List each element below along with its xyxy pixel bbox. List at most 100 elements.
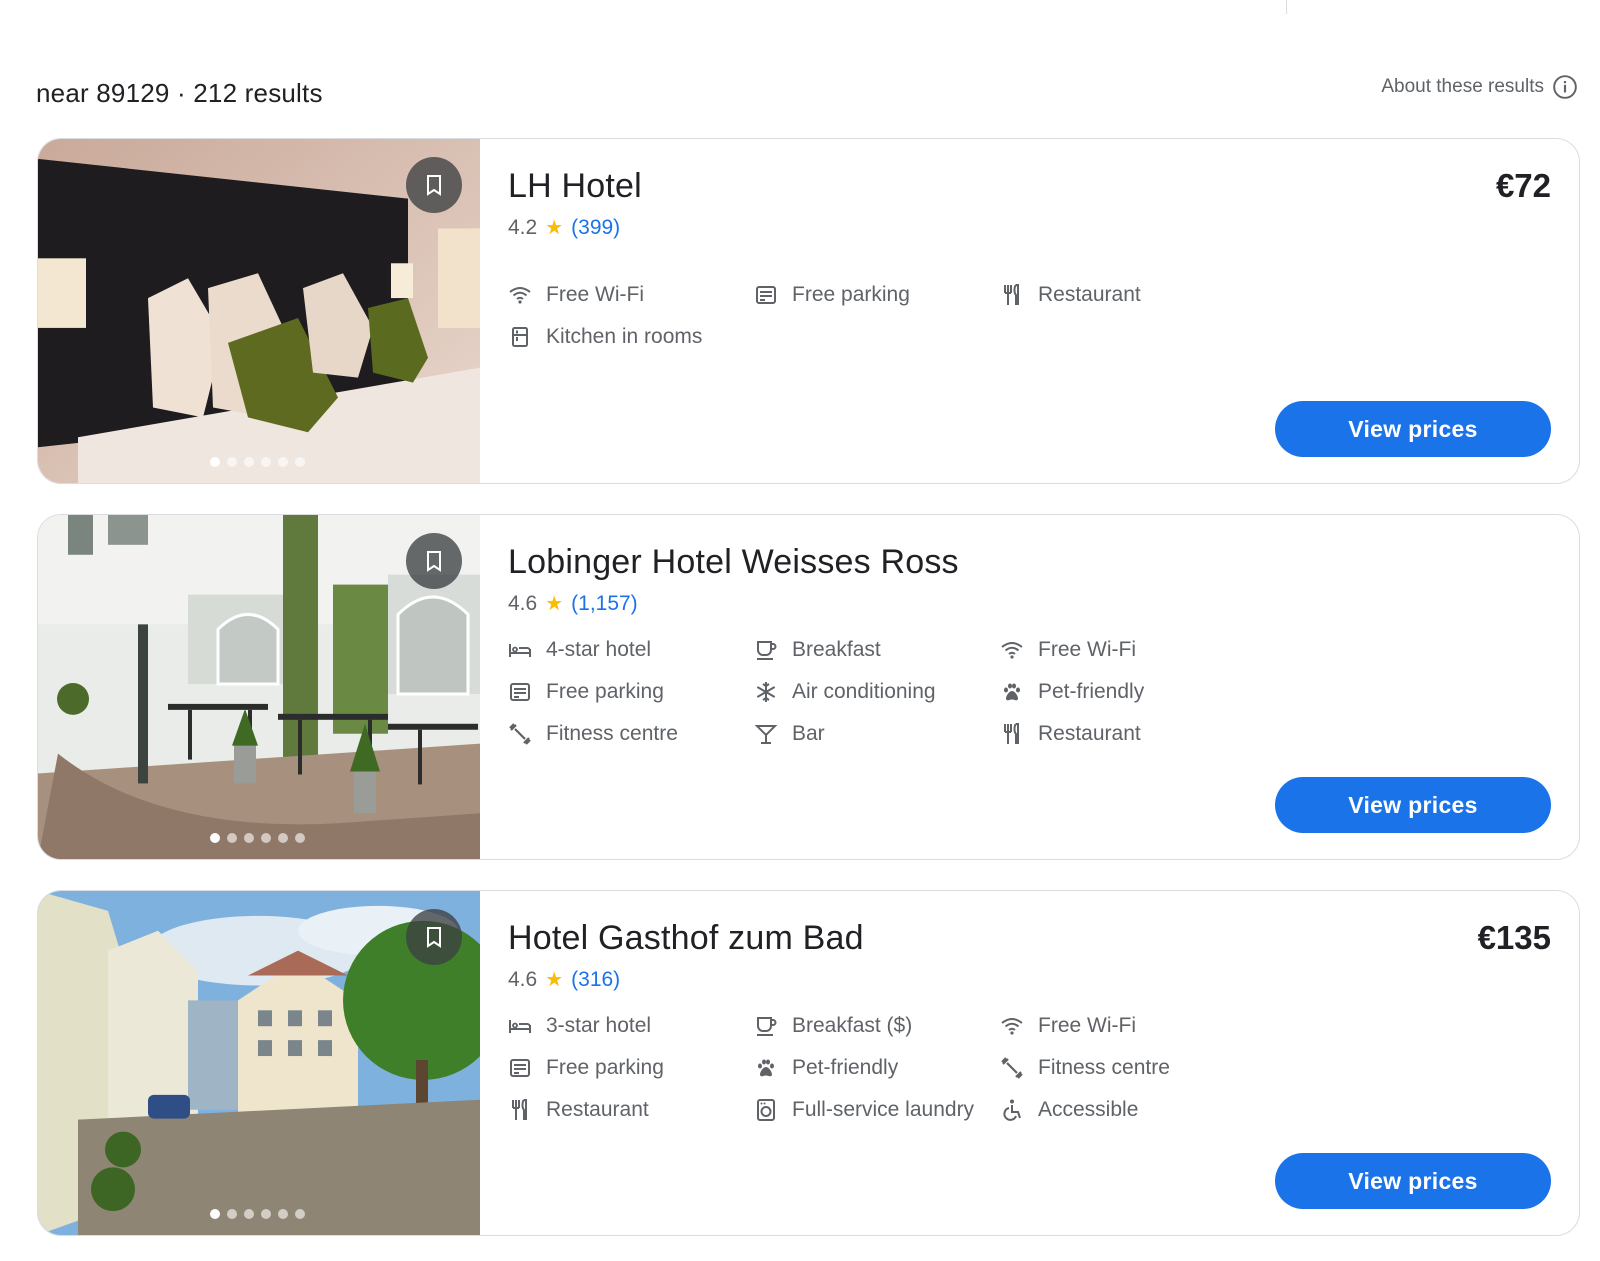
amenity-item: Restaurant — [1000, 274, 1246, 316]
hotel-card[interactable]: Hotel Gasthof zum Bad €135 4.6 ★ (316) 3… — [37, 890, 1580, 1236]
hotel-photo[interactable] — [38, 891, 480, 1235]
amenity-label: Restaurant — [1038, 722, 1141, 745]
amenity-label: 3-star hotel — [546, 1014, 652, 1037]
carousel-dot[interactable] — [210, 1209, 220, 1219]
hotel-card[interactable]: LH Hotel €72 4.2 ★ (399) Free Wi-Fi Free … — [37, 138, 1580, 484]
amenity-item: Kitchen in rooms — [508, 316, 754, 358]
carousel-dot[interactable] — [210, 833, 220, 843]
carousel-dot[interactable] — [261, 457, 271, 467]
hotel-photo[interactable] — [38, 515, 480, 859]
bookmark-icon — [427, 551, 441, 572]
rating-value: 4.6 — [508, 967, 538, 991]
amenity-item: Fitness centre — [1000, 1047, 1246, 1089]
amenity-item: Restaurant — [1000, 713, 1246, 755]
fitness-icon — [1000, 1056, 1024, 1080]
amenity-label: Breakfast ($) — [792, 1014, 913, 1037]
amenity-label: Free parking — [792, 283, 910, 306]
hotel-name[interactable]: Lobinger Hotel Weisses Ross — [508, 543, 959, 582]
carousel-dot[interactable] — [244, 833, 254, 843]
paw-icon — [1000, 680, 1024, 704]
carousel-dot[interactable] — [227, 457, 237, 467]
carousel-dot[interactable] — [210, 457, 220, 467]
amenity-item: Free Wi-Fi — [1000, 1005, 1246, 1047]
amenity-label: Pet-friendly — [1038, 680, 1145, 703]
star-icon: ★ — [545, 593, 564, 615]
carousel-dot[interactable] — [244, 457, 254, 467]
amenity-item: Fitness centre — [508, 713, 754, 755]
fitness-icon — [508, 722, 532, 746]
carousel-dot[interactable] — [227, 1209, 237, 1219]
view-prices-button[interactable]: View prices — [1275, 1153, 1551, 1209]
amenity-label: Free Wi-Fi — [1038, 638, 1136, 661]
photo-carousel-dots — [210, 457, 305, 467]
hotel-card[interactable]: Lobinger Hotel Weisses Ross 4.6 ★ (1,157… — [37, 514, 1580, 860]
amenity-label: Fitness centre — [1038, 1056, 1170, 1079]
carousel-dot[interactable] — [295, 833, 305, 843]
top-divider — [1286, 0, 1287, 14]
carousel-dot[interactable] — [278, 457, 288, 467]
amenity-item: Free parking — [508, 1047, 754, 1089]
rating-value: 4.6 — [508, 591, 538, 615]
rating-row: 4.6 ★ (316) — [508, 967, 620, 992]
restaurant-icon — [508, 1098, 532, 1122]
save-bookmark-button[interactable] — [406, 909, 462, 965]
paw-icon — [754, 1056, 778, 1080]
amenity-label: Free parking — [546, 680, 664, 703]
hotel-name[interactable]: Hotel Gasthof zum Bad — [508, 919, 864, 958]
laundry-icon — [754, 1098, 778, 1122]
photo-carousel-dots — [210, 1209, 305, 1219]
carousel-dot[interactable] — [261, 1209, 271, 1219]
view-prices-button[interactable]: View prices — [1275, 401, 1551, 457]
amenity-label: Kitchen in rooms — [546, 325, 703, 348]
rating-row: 4.6 ★ (1,157) — [508, 591, 638, 616]
about-these-results-link[interactable]: About these results — [1381, 74, 1578, 100]
parking-icon — [508, 680, 532, 704]
hotel-info: Hotel Gasthof zum Bad €135 4.6 ★ (316) 3… — [508, 891, 1579, 1235]
save-bookmark-button[interactable] — [406, 533, 462, 589]
carousel-dot[interactable] — [295, 457, 305, 467]
amenity-item: 3-star hotel — [508, 1005, 754, 1047]
carousel-dot[interactable] — [261, 833, 271, 843]
review-count[interactable]: (399) — [571, 216, 620, 240]
amenity-label: Breakfast — [792, 638, 881, 661]
amenities-grid: 3-star hotel Breakfast ($) Free Wi-Fi Free … — [508, 1005, 1246, 1131]
results-summary: near 89129 · 212 results — [36, 78, 323, 108]
amenity-item: Pet-friendly — [754, 1047, 1000, 1089]
amenity-item: Accessible — [1000, 1089, 1246, 1131]
carousel-dot[interactable] — [227, 833, 237, 843]
parking-icon — [754, 283, 778, 307]
carousel-dot[interactable] — [278, 1209, 288, 1219]
amenity-label: Fitness centre — [546, 722, 678, 745]
amenity-label: Restaurant — [1038, 283, 1141, 306]
amenity-label: Full-service laundry — [792, 1098, 975, 1121]
amenity-label: Accessible — [1038, 1098, 1139, 1121]
hotel-name[interactable]: LH Hotel — [508, 167, 642, 206]
wifi-icon — [1000, 638, 1024, 662]
amenity-label: Free Wi-Fi — [1038, 1014, 1136, 1037]
amenity-label: Pet-friendly — [792, 1056, 899, 1079]
star-icon: ★ — [545, 969, 564, 991]
hotel-info: Lobinger Hotel Weisses Ross 4.6 ★ (1,157… — [508, 515, 1579, 859]
amenity-item: Free parking — [754, 274, 1000, 316]
info-icon[interactable] — [1552, 74, 1578, 100]
about-label: About these results — [1381, 76, 1544, 97]
amenity-label: Restaurant — [546, 1098, 649, 1121]
parking-icon — [508, 1056, 532, 1080]
amenity-item: Full-service laundry — [754, 1089, 1000, 1131]
carousel-dot[interactable] — [295, 1209, 305, 1219]
coffee-icon — [754, 1014, 778, 1038]
review-count[interactable]: (316) — [571, 968, 620, 992]
rating-row: 4.2 ★ (399) — [508, 215, 620, 240]
carousel-dot[interactable] — [244, 1209, 254, 1219]
wifi-icon — [508, 283, 532, 307]
carousel-dot[interactable] — [278, 833, 288, 843]
amenity-item: Free Wi-Fi — [1000, 629, 1246, 671]
save-bookmark-button[interactable] — [406, 157, 462, 213]
amenity-label: Free Wi-Fi — [546, 283, 644, 306]
view-prices-button[interactable]: View prices — [1275, 777, 1551, 833]
review-count[interactable]: (1,157) — [571, 592, 638, 616]
amenity-item: Pet-friendly — [1000, 671, 1246, 713]
amenity-label: Free parking — [546, 1056, 664, 1079]
hotel-photo[interactable] — [38, 139, 480, 483]
bookmark-icon — [427, 175, 441, 196]
